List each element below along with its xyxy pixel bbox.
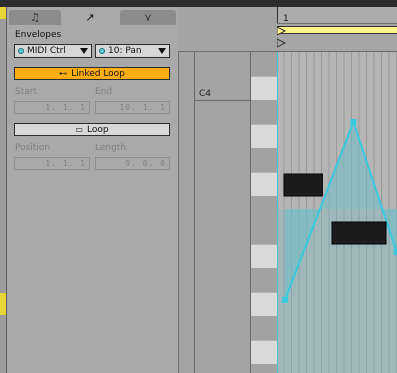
piano-black-key[interactable] — [251, 52, 277, 76]
ruler-bar-number: 1 — [283, 14, 289, 24]
piano-black-key[interactable] — [251, 196, 277, 220]
chevron-down-icon — [80, 48, 88, 54]
beat-time-ruler[interactable]: 1 — [277, 7, 397, 24]
piano-key-divider — [251, 292, 277, 293]
midi-note — [331, 221, 387, 245]
linked-loop-label: Linked Loop — [71, 68, 125, 79]
note-editor-grid[interactable] — [277, 52, 397, 373]
position-field[interactable]: 1. 1. 1 — [14, 157, 90, 170]
track-divider-column — [178, 7, 195, 373]
envelope-breakpoint — [350, 119, 357, 125]
octave-divider — [195, 100, 250, 101]
piano-key-divider — [251, 172, 277, 173]
piano-black-key[interactable] — [251, 268, 277, 292]
start-marker-icon — [277, 38, 287, 48]
control-dot-icon — [99, 48, 105, 54]
midi-note — [283, 173, 323, 197]
loop-icon: ▭ — [75, 125, 83, 134]
ruler-bar-tick — [277, 7, 278, 23]
envelope-editor[interactable] — [277, 52, 397, 373]
tab-envelopes[interactable]: ↗ — [64, 10, 116, 25]
chevron-down-icon — [158, 48, 166, 54]
piano-black-key[interactable] — [251, 316, 277, 340]
title-strip — [0, 0, 397, 7]
loop-button[interactable]: ▭ Loop — [14, 123, 170, 136]
tab-notes[interactable]: ♫ — [9, 10, 61, 25]
link-icon: ⊷ — [59, 69, 68, 78]
piano-black-key[interactable] — [251, 220, 277, 244]
length-field[interactable]: 9. 0. 0 — [95, 157, 170, 170]
control-chooser-value: 10: Pan — [108, 46, 142, 56]
piano-black-key[interactable] — [251, 364, 277, 373]
loop-brace[interactable] — [277, 26, 397, 34]
editor-header-blank — [178, 7, 277, 52]
piano-key-divider — [251, 244, 277, 245]
piano-black-key[interactable] — [251, 100, 277, 124]
device-chooser[interactable]: MIDI Ctrl — [14, 44, 92, 58]
launch-icon: ⋎ — [143, 11, 153, 24]
note-name-column: C4 — [195, 7, 251, 373]
tab-launch[interactable]: ⋎ — [120, 10, 176, 25]
end-field[interactable]: 10. 1. 1 — [95, 101, 170, 114]
loop-start-marker-icon — [277, 26, 287, 36]
envelope-breakpoint — [393, 249, 397, 255]
start-field[interactable]: 1. 1. 1 — [14, 101, 90, 114]
device-dot-icon — [18, 48, 24, 54]
piano-key-divider — [251, 340, 277, 341]
envelopes-heading: Envelopes — [15, 30, 62, 40]
notes-icon: ♫ — [30, 11, 40, 24]
control-chooser[interactable]: 10: Pan — [95, 44, 170, 58]
loop-start-markers[interactable] — [277, 26, 287, 52]
loop-label: Loop — [86, 124, 109, 135]
piano-key-divider — [251, 124, 277, 125]
device-chooser-value: MIDI Ctrl — [27, 46, 66, 56]
piano-key-divider — [251, 76, 277, 77]
loop-bar[interactable] — [277, 24, 397, 52]
envelope-breakpoint — [282, 297, 288, 303]
clip-view-panel: ♫ ↗ ⋎ Envelopes MIDI Ctrl 10: Pan ⊷ Link… — [6, 7, 178, 373]
length-label: Length — [95, 143, 127, 153]
start-label: Start — [15, 87, 37, 97]
envelope-icon: ↗ — [85, 11, 95, 24]
end-label: End — [95, 87, 113, 97]
piano-keyboard[interactable] — [251, 52, 277, 373]
position-label: Position — [15, 143, 51, 153]
piano-black-key[interactable] — [251, 148, 277, 172]
note-name-c4: C4 — [199, 89, 212, 99]
linked-loop-button[interactable]: ⊷ Linked Loop — [14, 67, 170, 80]
